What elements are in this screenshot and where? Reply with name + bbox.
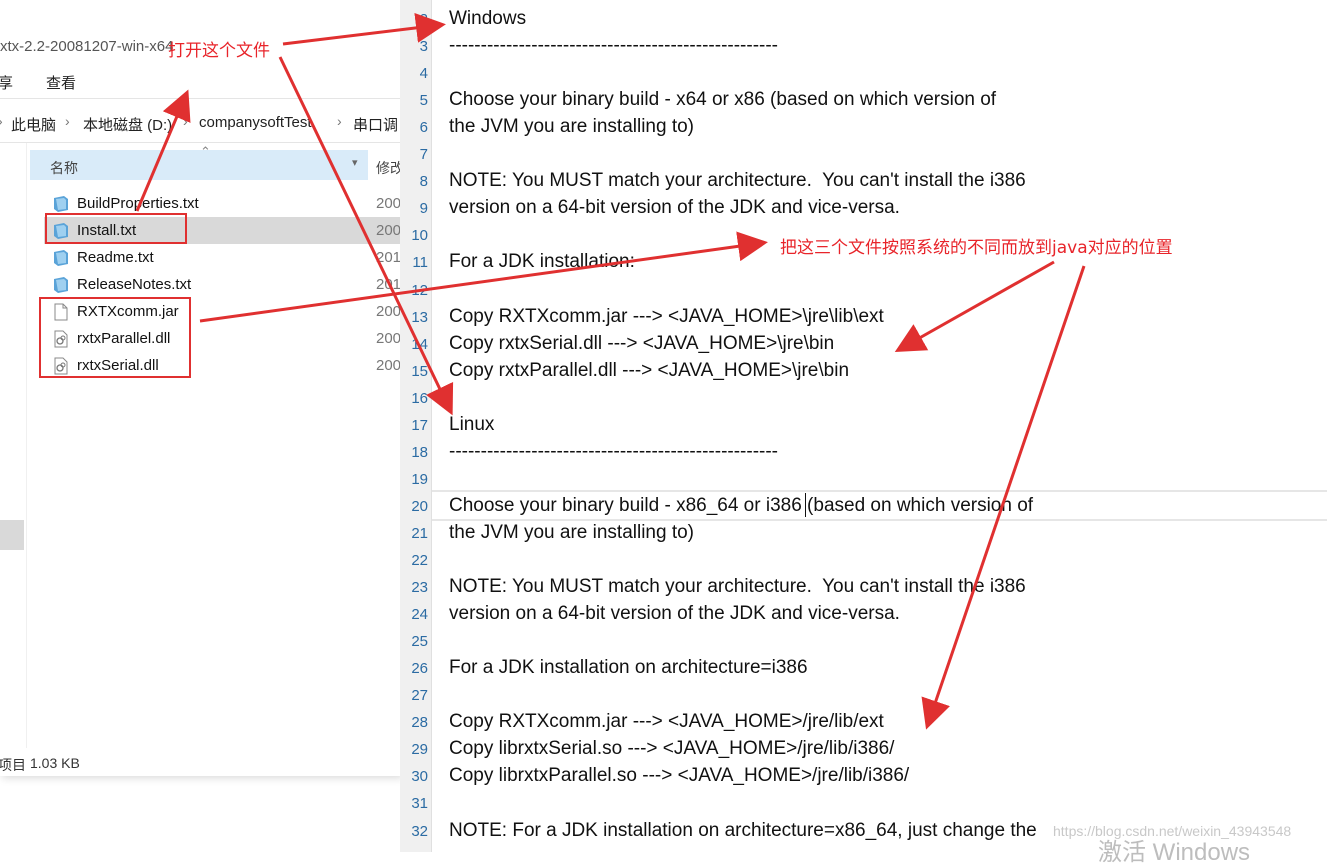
arrow-to-windows-copy	[894, 260, 1055, 352]
annotation-arrows	[135, 12, 1086, 730]
arrow-to-linux	[278, 56, 454, 416]
arrow-to-titlebar	[135, 89, 191, 212]
arrow-to-note	[199, 231, 768, 323]
arrow-to-linux-copy	[921, 265, 1086, 730]
activate-windows-watermark: 激活 Windows	[1098, 839, 1251, 866]
arrow-to-windows	[282, 12, 446, 46]
